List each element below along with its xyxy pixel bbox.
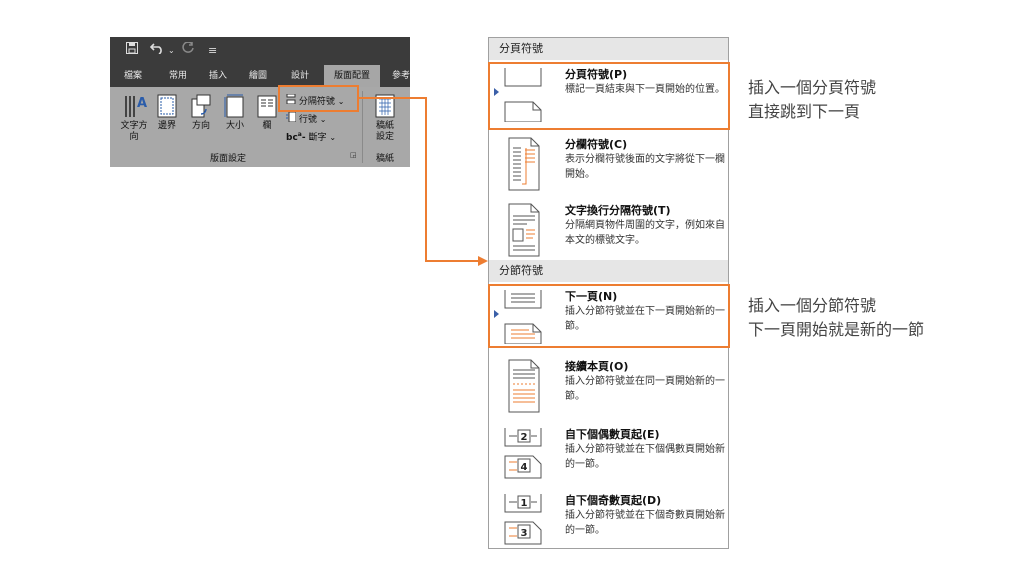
section-break-note: 插入一個分節符號 下一頁開始就是新的一節 bbox=[748, 294, 924, 342]
continuous-break-icon bbox=[503, 358, 543, 414]
menu-item-text-wrapping-break[interactable]: 文字換行分隔符號(T) 分隔網頁物件周圍的文字，例如來自本文的標號文字。 bbox=[489, 198, 728, 264]
note-line: 插入一個分頁符號 bbox=[748, 78, 877, 97]
menu-item-title: 自下個偶數頁起(E) bbox=[565, 428, 660, 441]
even-top-number: 2 bbox=[521, 432, 528, 443]
section-breaks-header: 分節符號 bbox=[489, 260, 728, 282]
menu-item-description: 分隔網頁物件周圍的文字，例如來自本文的標號文字。 bbox=[565, 220, 725, 246]
odd-bottom-number: 3 bbox=[521, 528, 528, 539]
menu-item-odd-page[interactable]: 1 3 自下個奇數頁起(D) 插入分節符號並在下個奇數頁開始新的一節。 bbox=[489, 488, 728, 554]
menu-item-description: 表示分欄符號後面的文字將從下一欄開始。 bbox=[565, 154, 725, 180]
note-line: 插入一個分節符號 bbox=[748, 296, 877, 315]
page-breaks-header: 分頁符號 bbox=[489, 38, 728, 60]
page-break-note: 插入一個分頁符號 直接跳到下一頁 bbox=[748, 76, 876, 124]
next-page-highlight bbox=[488, 284, 730, 348]
note-line: 直接跳到下一頁 bbox=[748, 102, 861, 121]
menu-item-continuous[interactable]: 接續本頁(O) 插入分節符號並在同一頁開始新的一節。 bbox=[489, 354, 728, 420]
odd-top-number: 1 bbox=[521, 498, 528, 509]
even-page-icon: 2 4 bbox=[503, 426, 543, 482]
menu-item-column-break[interactable]: 分欄符號(C) 表示分欄符號後面的文字將從下一欄開始。 bbox=[489, 132, 728, 198]
menu-item-even-page[interactable]: 2 4 自下個偶數頁起(E) 插入分節符號並在下個偶數頁開始新的一節。 bbox=[489, 422, 728, 488]
note-line: 下一頁開始就是新的一節 bbox=[748, 320, 925, 339]
column-break-icon bbox=[503, 136, 543, 192]
odd-page-icon: 1 3 bbox=[503, 492, 543, 548]
menu-item-title: 文字換行分隔符號(T) bbox=[565, 204, 671, 217]
text-wrapping-break-icon bbox=[503, 202, 543, 258]
menu-item-title: 接續本頁(O) bbox=[565, 360, 629, 373]
menu-item-title: 自下個奇數頁起(D) bbox=[565, 494, 662, 507]
menu-item-title: 分欄符號(C) bbox=[565, 138, 628, 151]
even-bottom-number: 4 bbox=[521, 462, 528, 473]
menu-item-description: 插入分節符號並在下個奇數頁開始新的一節。 bbox=[565, 510, 725, 536]
menu-item-description: 插入分節符號並在同一頁開始新的一節。 bbox=[565, 376, 725, 402]
page-break-highlight bbox=[488, 62, 730, 130]
menu-item-description: 插入分節符號並在下個偶數頁開始新的一節。 bbox=[565, 444, 725, 470]
